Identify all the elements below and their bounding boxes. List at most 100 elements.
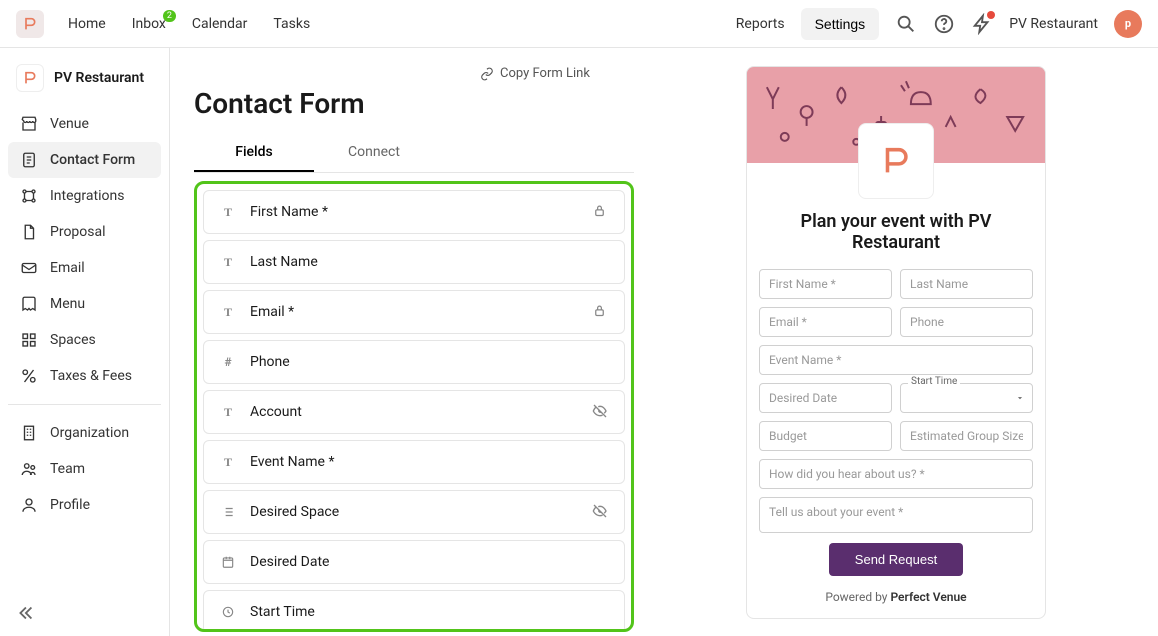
sidebar-item-integrations[interactable]: Integrations	[8, 178, 161, 214]
preview-title: Plan your event with PV Restaurant	[759, 211, 1033, 253]
field-type-icon	[218, 552, 238, 572]
nav-inbox[interactable]: Inbox 2	[132, 16, 166, 32]
sidebar-item-organization[interactable]: Organization	[8, 415, 161, 451]
powered-brand[interactable]: Perfect Venue	[890, 590, 966, 604]
field-row[interactable]: TLast Name	[203, 240, 625, 284]
field-label: Start Time	[250, 604, 610, 620]
copy-form-link[interactable]: Copy Form Link	[480, 66, 634, 81]
sidebar-item-email[interactable]: Email	[8, 250, 161, 286]
integrations-icon	[20, 187, 38, 205]
nav-home[interactable]: Home	[68, 16, 106, 32]
field-label: Email *	[250, 304, 580, 320]
first-name-field[interactable]	[759, 269, 892, 299]
lock-icon	[592, 203, 610, 221]
page-title: Contact Form	[194, 87, 634, 120]
sidebar-item-taxes[interactable]: Taxes & Fees	[8, 358, 161, 394]
field-label: Phone	[250, 354, 610, 370]
phone-field[interactable]	[900, 307, 1033, 337]
sidebar: PV Restaurant Venue Contact Form Integra…	[0, 48, 170, 636]
sidebar-item-proposal[interactable]: Proposal	[8, 214, 161, 250]
powered-prefix: Powered by	[825, 590, 890, 604]
send-request-button[interactable]: Send Request	[829, 543, 963, 576]
link-icon	[480, 67, 494, 81]
tell-us-field[interactable]	[759, 497, 1033, 533]
sidebar-item-label: Integrations	[50, 188, 124, 204]
desired-date-field[interactable]	[759, 383, 892, 413]
field-type-icon: T	[218, 452, 238, 472]
sidebar-item-label: Venue	[50, 116, 89, 132]
event-name-field[interactable]	[759, 345, 1033, 375]
sidebar-item-contact-form[interactable]: Contact Form	[8, 142, 161, 178]
field-row[interactable]: TEmail *	[203, 290, 625, 334]
field-type-icon: #	[218, 352, 238, 372]
lock-icon	[592, 303, 610, 321]
brand-logo[interactable]	[16, 10, 44, 38]
collapse-sidebar-icon[interactable]	[14, 602, 36, 624]
sidebar-item-label: Team	[50, 461, 85, 477]
field-row[interactable]: Desired Space	[203, 490, 625, 534]
field-row[interactable]: # Phone	[203, 340, 625, 384]
account-name[interactable]: PV Restaurant	[1009, 16, 1098, 32]
sidebar-item-team[interactable]: Team	[8, 451, 161, 487]
tab-connect[interactable]: Connect	[314, 134, 434, 172]
last-name-field[interactable]	[900, 269, 1033, 299]
sidebar-item-label: Profile	[50, 497, 90, 513]
field-row[interactable]: Desired Date	[203, 540, 625, 584]
field-label: Last Name	[250, 254, 610, 270]
sidebar-item-label: Taxes & Fees	[50, 368, 132, 384]
mail-icon	[20, 259, 38, 277]
field-row[interactable]: T Account	[203, 390, 625, 434]
field-label: First Name *	[250, 204, 580, 220]
form-preview-card: Plan your event with PV Restaurant Start…	[746, 66, 1046, 619]
percent-icon	[20, 367, 38, 385]
nav-reports[interactable]: Reports	[736, 16, 785, 32]
avatar[interactable]: p	[1114, 10, 1142, 38]
group-size-field[interactable]	[900, 421, 1033, 451]
start-time-label: Start Time	[908, 376, 960, 387]
building-icon	[20, 424, 38, 442]
start-time-select[interactable]	[900, 383, 1033, 413]
sidebar-item-spaces[interactable]: Spaces	[8, 322, 161, 358]
field-row[interactable]: Start Time	[203, 590, 625, 632]
divider	[8, 404, 161, 405]
sidebar-item-venue[interactable]: Venue	[8, 106, 161, 142]
field-type-icon: T	[218, 402, 238, 422]
sidebar-item-label: Email	[50, 260, 85, 276]
sidebar-item-label: Spaces	[50, 332, 96, 348]
storefront-icon	[20, 115, 38, 133]
email-field[interactable]	[759, 307, 892, 337]
sidebar-item-label: Contact Form	[50, 152, 135, 168]
sidebar-item-label: Menu	[50, 296, 85, 312]
settings-button[interactable]: Settings	[801, 8, 880, 40]
budget-field[interactable]	[759, 421, 892, 451]
nav-tasks[interactable]: Tasks	[273, 16, 310, 32]
help-icon[interactable]	[933, 13, 955, 35]
activity-icon[interactable]	[971, 13, 993, 35]
nav-calendar[interactable]: Calendar	[192, 16, 248, 32]
inbox-badge: 2	[163, 10, 176, 22]
copy-link-label: Copy Form Link	[500, 66, 590, 81]
sidebar-item-menu[interactable]: Menu	[8, 286, 161, 322]
search-icon[interactable]	[895, 13, 917, 35]
form-icon	[20, 151, 38, 169]
field-row[interactable]: TEvent Name *	[203, 440, 625, 484]
field-label: Account	[250, 404, 580, 420]
tab-fields[interactable]: Fields	[194, 134, 314, 172]
hidden-icon	[592, 503, 610, 521]
activity-dot	[987, 11, 995, 19]
team-icon	[20, 460, 38, 478]
field-row[interactable]: T First Name *	[203, 190, 625, 234]
field-type-icon: T	[218, 202, 238, 222]
sidebar-logo	[16, 64, 44, 92]
sidebar-item-label: Organization	[50, 425, 129, 441]
menu-book-icon	[20, 295, 38, 313]
field-type-icon	[218, 602, 238, 622]
hear-about-field[interactable]	[759, 459, 1033, 489]
sidebar-item-profile[interactable]: Profile	[8, 487, 161, 523]
nav-inbox-label: Inbox	[132, 16, 166, 32]
field-label: Desired Date	[250, 554, 610, 570]
preview-hero	[747, 67, 1045, 163]
field-type-icon	[218, 502, 238, 522]
preview-logo	[858, 123, 934, 199]
field-label: Desired Space	[250, 504, 580, 520]
